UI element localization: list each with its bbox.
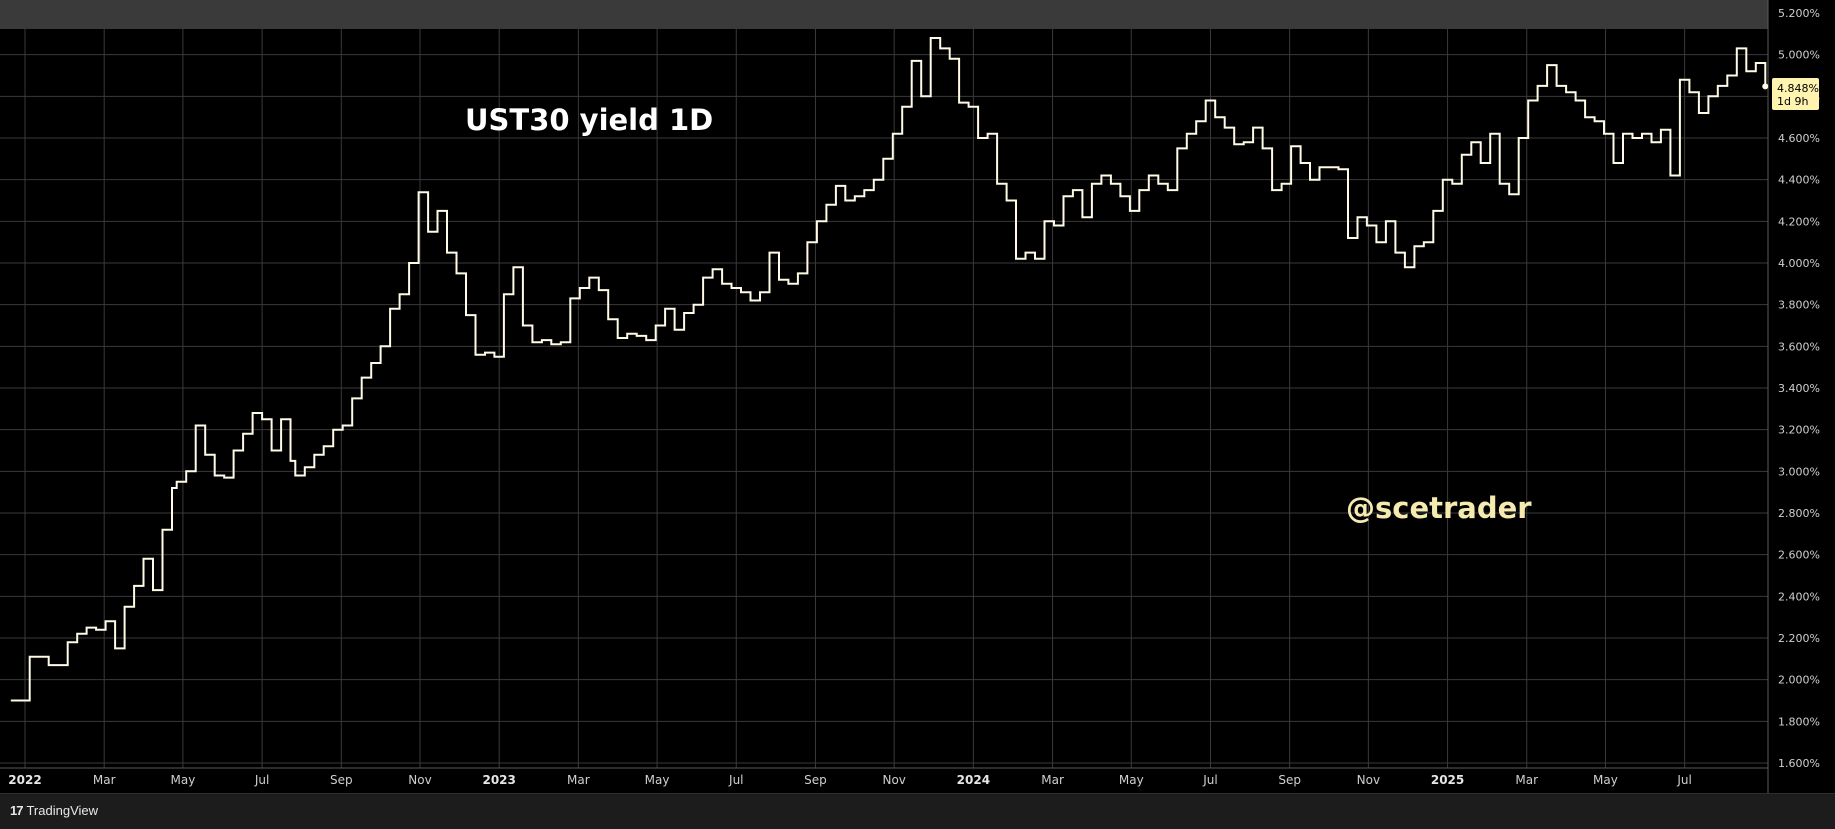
x-tick-label: Mar	[1041, 773, 1064, 787]
y-tick-label: 5.200%	[1778, 7, 1820, 20]
last-price-marker	[1762, 83, 1769, 90]
chart[interactable]: 1.600% 1.800% 2.000% 2.200% 2.400% 2.600% 2.80…	[0, 0, 1835, 793]
y-tick-label: 4.400%	[1778, 174, 1820, 187]
footer-bar: 17 TradingView	[0, 793, 1835, 829]
price-badge-countdown: 1d 9h	[1777, 95, 1808, 108]
y-tick-label: 5.000%	[1778, 49, 1820, 62]
chart-top-band	[0, 0, 1768, 29]
y-tick-label: 3.000%	[1778, 465, 1820, 478]
y-tick-label: 2.600%	[1778, 549, 1820, 562]
x-tick-label: Sep	[804, 773, 827, 787]
x-tick-label: 2023	[482, 773, 515, 787]
x-tick-label: Mar	[1515, 773, 1538, 787]
y-tick-label: 3.400%	[1778, 382, 1820, 395]
x-tick-label: May	[170, 773, 195, 787]
tradingview-logo[interactable]: 17 TradingView	[10, 803, 98, 818]
chart-title: UST30 yield 1D	[465, 103, 713, 137]
x-tick-label: Nov	[408, 773, 431, 787]
x-tick-label: May	[645, 773, 670, 787]
watermark: @scetrader	[1346, 491, 1532, 525]
x-tick-label: Mar	[93, 773, 116, 787]
x-tick-label: 2025	[1431, 773, 1464, 787]
x-tick-label: Nov	[1357, 773, 1380, 787]
y-tick-label: 4.000%	[1778, 257, 1820, 270]
x-tick-label: Jul	[728, 773, 743, 787]
y-tick-label: 2.400%	[1778, 590, 1820, 603]
y-tick-label: 1.600%	[1778, 757, 1820, 770]
y-tick-label: 3.800%	[1778, 299, 1820, 312]
y-tick-label: 1.800%	[1778, 715, 1820, 728]
price-badge: 4.848% 1d 9h	[1772, 78, 1819, 110]
x-tick-label: May	[1593, 773, 1618, 787]
y-tick-label: 2.200%	[1778, 632, 1820, 645]
y-tick-label: 4.200%	[1778, 215, 1820, 228]
y-tick-label: 3.600%	[1778, 340, 1820, 353]
x-tick-label: May	[1119, 773, 1144, 787]
x-tick-label: Jul	[1202, 773, 1217, 787]
x-tick-label: Sep	[1278, 773, 1301, 787]
x-tick-label: Jul	[1676, 773, 1691, 787]
x-tick-label: Mar	[567, 773, 590, 787]
price-badge-value: 4.848%	[1777, 82, 1819, 95]
y-tick-label: 3.200%	[1778, 424, 1820, 437]
tradingview-mark-icon: 17	[10, 803, 24, 818]
tradingview-label: TradingView	[26, 803, 99, 818]
y-tick-label: 2.000%	[1778, 674, 1820, 687]
x-tick-label: Jul	[254, 773, 269, 787]
x-tick-label: Nov	[882, 773, 905, 787]
x-tick-label: 2022	[8, 773, 41, 787]
chart-background	[0, 0, 1835, 793]
x-tick-label: 2024	[957, 773, 990, 787]
y-tick-label: 4.600%	[1778, 132, 1820, 145]
y-tick-label: 2.800%	[1778, 507, 1820, 520]
x-tick-label: Sep	[330, 773, 353, 787]
